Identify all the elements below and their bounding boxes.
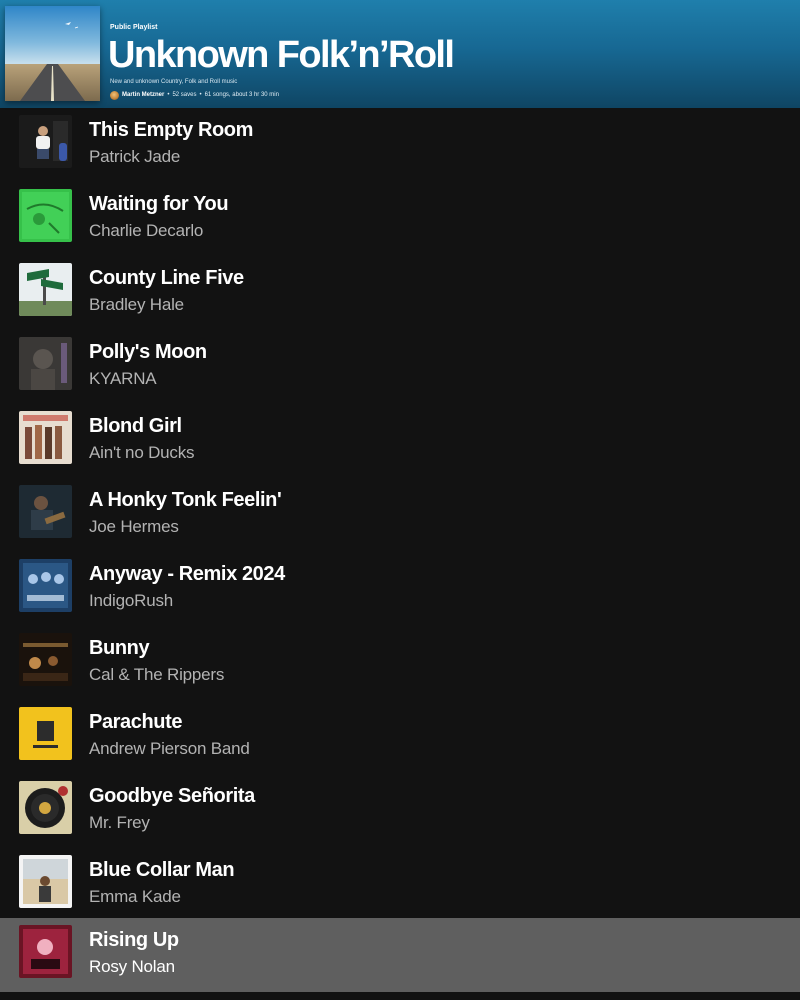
track-row[interactable]: Blond Girl Ain't no Ducks [0,404,800,478]
album-art [19,559,72,612]
track-title: Parachute [89,711,183,733]
track-title: Goodbye Señorita [89,785,255,807]
track-artist-link[interactable]: Rosy Nolan [89,957,175,977]
album-art [19,855,72,908]
playlist-header: Public Playlist Unknown Folk’n’Roll New … [0,0,800,108]
album-art [19,633,72,686]
playlist-page: Public Playlist Unknown Folk’n’Roll New … [0,0,800,1000]
track-title: A Honky Tonk Feelin' [89,489,282,511]
album-art [19,189,72,242]
playlist-meta: Martin Metzner • 52 saves • 61 songs, ab… [110,89,279,101]
track-title: Rising Up [89,929,179,951]
track-row[interactable]: County Line Five Bradley Hale [0,256,800,330]
track-artist-link[interactable]: Bradley Hale [89,295,184,315]
track-artist-link[interactable]: Emma Kade [89,887,181,907]
track-title: Anyway - Remix 2024 [89,563,285,585]
playlist-description: New and unknown Country, Folk and Roll m… [110,79,238,85]
album-art [19,781,72,834]
album-art [19,115,72,168]
track-title: Blond Girl [89,415,182,437]
owner-name-link[interactable]: Martin Metzner [122,92,164,98]
album-art [19,485,72,538]
track-title: Blue Collar Man [89,859,235,881]
track-artist-link[interactable]: Patrick Jade [89,147,180,167]
songs-duration: 61 songs, about 3 hr 30 min [204,92,279,98]
playlist-title: Unknown Folk’n’Roll [108,34,455,76]
album-art [19,411,72,464]
track-row[interactable]: This Empty Room Patrick Jade [0,108,800,182]
saves-count: 52 saves [172,92,197,98]
album-art [19,263,72,316]
track-title: County Line Five [89,267,244,289]
track-title: Bunny [89,637,150,659]
track-artist-link[interactable]: Mr. Frey [89,813,150,833]
track-row[interactable]: Anyway - Remix 2024 IndigoRush [0,552,800,626]
track-row-active[interactable]: Rising Up Rosy Nolan [0,918,800,992]
track-row[interactable]: Bunny Cal & The Rippers [0,626,800,700]
album-art [19,337,72,390]
playlist-cover-image[interactable] [5,6,100,101]
track-row[interactable]: Parachute Andrew Pierson Band [0,700,800,774]
track-row[interactable]: Waiting for You Charlie Decarlo [0,182,800,256]
track-artist-link[interactable]: Charlie Decarlo [89,221,203,241]
track-artist-link[interactable]: IndigoRush [89,591,173,611]
track-artist-link[interactable]: Ain't no Ducks [89,443,195,463]
track-artist-link[interactable]: Joe Hermes [89,517,179,537]
track-title: This Empty Room [89,119,254,141]
track-artist-link[interactable]: Cal & The Rippers [89,665,224,685]
owner-avatar[interactable] [110,90,119,100]
playlist-type-label: Public Playlist [110,24,158,31]
album-art [19,925,72,978]
track-row[interactable]: Blue Collar Man Emma Kade [0,848,800,922]
track-artist-link[interactable]: KYARNA [89,369,157,389]
track-row[interactable]: A Honky Tonk Feelin' Joe Hermes [0,478,800,552]
track-title: Waiting for You [89,193,229,215]
album-art [19,707,72,760]
track-list: This Empty Room Patrick Jade Waiting for… [0,108,800,1000]
track-row[interactable]: Polly's Moon KYARNA [0,330,800,404]
track-row[interactable]: Goodbye Señorita Mr. Frey [0,774,800,848]
meta-separator: • [167,92,170,98]
track-artist-link[interactable]: Andrew Pierson Band [89,739,250,759]
meta-separator: • [199,92,202,98]
track-title: Polly's Moon [89,341,207,363]
